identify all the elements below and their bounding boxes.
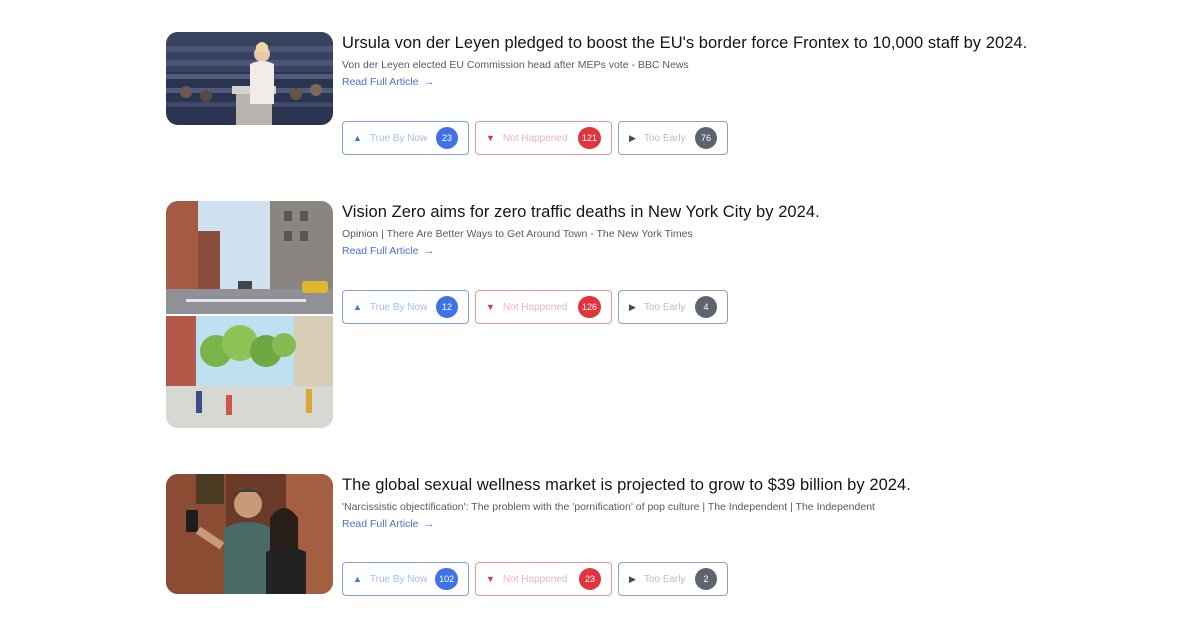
triangle-right-icon: ▶ (629, 301, 636, 312)
article-body: Ursula von der Leyen pledged to boost th… (342, 32, 1062, 90)
article-thumbnail[interactable] (166, 201, 333, 428)
article-body: The global sexual wellness market is pro… (342, 474, 1062, 532)
too-early-button[interactable]: ▶ Too Early 4 (618, 290, 728, 324)
selfie-photo (166, 474, 333, 594)
article-card: Ursula von der Leyen pledged to boost th… (166, 32, 1066, 157)
arrow-right-icon: → (423, 518, 435, 530)
vote-count-badge: 102 (435, 568, 458, 590)
vote-count-badge: 23 (579, 568, 601, 590)
read-full-article-link[interactable]: Read Full Article → (342, 517, 434, 531)
true-by-now-button[interactable]: ▲ True By Now 12 (342, 290, 469, 324)
article-source: Opinion | There Are Better Ways to Get A… (342, 228, 693, 240)
vote-label: Too Early (643, 301, 686, 313)
triangle-down-icon: ▼ (486, 302, 495, 312)
triangle-down-icon: ▼ (486, 574, 495, 584)
read-full-article-label: Read Full Article (342, 518, 419, 530)
true-by-now-button[interactable]: ▲ True By Now 23 (342, 121, 469, 155)
article-card: The global sexual wellness market is pro… (166, 474, 1066, 598)
street-before-after-photo (166, 201, 333, 428)
read-full-article-link[interactable]: Read Full Article → (342, 244, 434, 258)
not-happened-button[interactable]: ▼ Not Happened 126 (475, 290, 612, 324)
article-thumbnail[interactable] (166, 32, 333, 125)
vote-label: True By Now (369, 132, 428, 144)
article-feed: Ursula von der Leyen pledged to boost th… (0, 0, 1200, 630)
vote-count-badge: 2 (695, 568, 717, 590)
article-title[interactable]: Vision Zero aims for zero traffic deaths… (342, 201, 1062, 223)
article-source: 'Narcissistic objectification': The prob… (342, 501, 875, 513)
triangle-right-icon: ▶ (629, 573, 636, 584)
read-full-article-label: Read Full Article (342, 245, 419, 257)
parliament-photo (166, 32, 333, 125)
vote-count-badge: 121 (577, 127, 601, 149)
vote-label: Too Early (643, 573, 686, 585)
vote-label: True By Now (369, 573, 428, 585)
article-card: Vision Zero aims for zero traffic deaths… (166, 201, 1066, 428)
triangle-up-icon: ▲ (353, 302, 362, 312)
triangle-down-icon: ▼ (486, 133, 495, 143)
vote-group: ▲ True By Now 23 ▼ Not Happened 121 ▶ To… (342, 121, 728, 155)
vote-count-badge: 76 (695, 127, 717, 149)
arrow-right-icon: → (423, 245, 435, 257)
vote-label: Too Early (643, 132, 686, 144)
vote-label: Not Happened (502, 132, 568, 144)
too-early-button[interactable]: ▶ Too Early 2 (618, 562, 728, 596)
vote-group: ▲ True By Now 12 ▼ Not Happened 126 ▶ To… (342, 290, 728, 324)
triangle-up-icon: ▲ (353, 133, 362, 143)
article-title[interactable]: The global sexual wellness market is pro… (342, 474, 1062, 496)
article-thumbnail[interactable] (166, 474, 333, 594)
vote-label: Not Happened (502, 573, 568, 585)
vote-group: ▲ True By Now 102 ▼ Not Happened 23 ▶ To… (342, 562, 728, 596)
vote-count-badge: 23 (436, 127, 458, 149)
not-happened-button[interactable]: ▼ Not Happened 121 (475, 121, 612, 155)
vote-count-badge: 126 (577, 296, 601, 318)
read-full-article-link[interactable]: Read Full Article → (342, 75, 434, 89)
read-full-article-label: Read Full Article (342, 76, 419, 88)
not-happened-button[interactable]: ▼ Not Happened 23 (475, 562, 612, 596)
vote-label: Not Happened (502, 301, 568, 313)
article-body: Vision Zero aims for zero traffic deaths… (342, 201, 1062, 259)
too-early-button[interactable]: ▶ Too Early 76 (618, 121, 728, 155)
vote-count-badge: 4 (695, 296, 717, 318)
article-source: Von der Leyen elected EU Commission head… (342, 59, 689, 71)
triangle-right-icon: ▶ (629, 132, 636, 143)
vote-count-badge: 12 (436, 296, 458, 318)
article-title[interactable]: Ursula von der Leyen pledged to boost th… (342, 32, 1062, 54)
triangle-up-icon: ▲ (353, 574, 362, 584)
true-by-now-button[interactable]: ▲ True By Now 102 (342, 562, 469, 596)
vote-label: True By Now (369, 301, 428, 313)
arrow-right-icon: → (423, 76, 435, 88)
